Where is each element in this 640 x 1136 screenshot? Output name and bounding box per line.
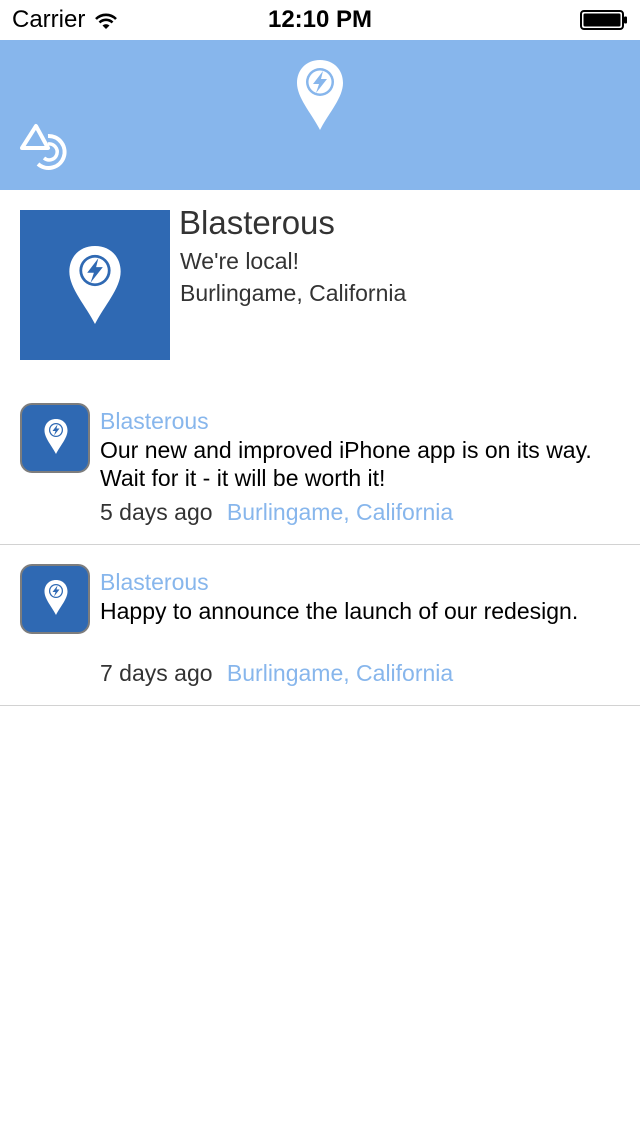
status-time: 12:10 PM [267,6,373,33]
feed-meta: 7 days ago Burlingame, California [100,660,453,687]
feed-location[interactable]: Burlingame, California [227,660,453,686]
location-pin-bolt-icon [44,419,68,454]
profile-avatar [20,210,170,360]
profile-name: Blasterous [179,204,335,241]
feed-text: Happy to announce the launch of our rede… [100,598,579,624]
location-pin-bolt-icon [44,580,68,615]
feed-list: Blasterous Our new and improved iPhone a… [0,384,640,706]
feed-location[interactable]: Burlingame, California [227,499,453,525]
location-pin-bolt-icon [294,58,346,132]
feed-item[interactable]: Blasterous Happy to announce the launch … [0,545,640,706]
nav-bar [0,40,640,190]
refresh-icon [20,124,67,170]
feed-author[interactable]: Blasterous [100,569,209,596]
status-bar: Carrier 12:10 PM [0,0,640,40]
profile-tagline: We're local! [180,248,300,274]
feed-time: 7 days ago [100,660,213,686]
feed-meta: 5 days ago Burlingame, California [100,499,453,526]
feed-avatar[interactable] [20,403,90,473]
location-pin-bolt-icon [69,245,121,325]
profile-location: Burlingame, California [180,280,407,306]
feed-author[interactable]: Blasterous [100,408,209,435]
feed-text: Our new and improved iPhone app is on it… [100,437,592,491]
feed-item[interactable]: Blasterous Our new and improved iPhone a… [0,384,640,545]
feed-time: 5 days ago [100,499,213,525]
refresh-button[interactable] [18,120,74,172]
feed-avatar[interactable] [20,564,90,634]
profile-header: Blasterous We're local! Burlingame, Cali… [0,190,640,380]
battery-icon [580,10,628,30]
